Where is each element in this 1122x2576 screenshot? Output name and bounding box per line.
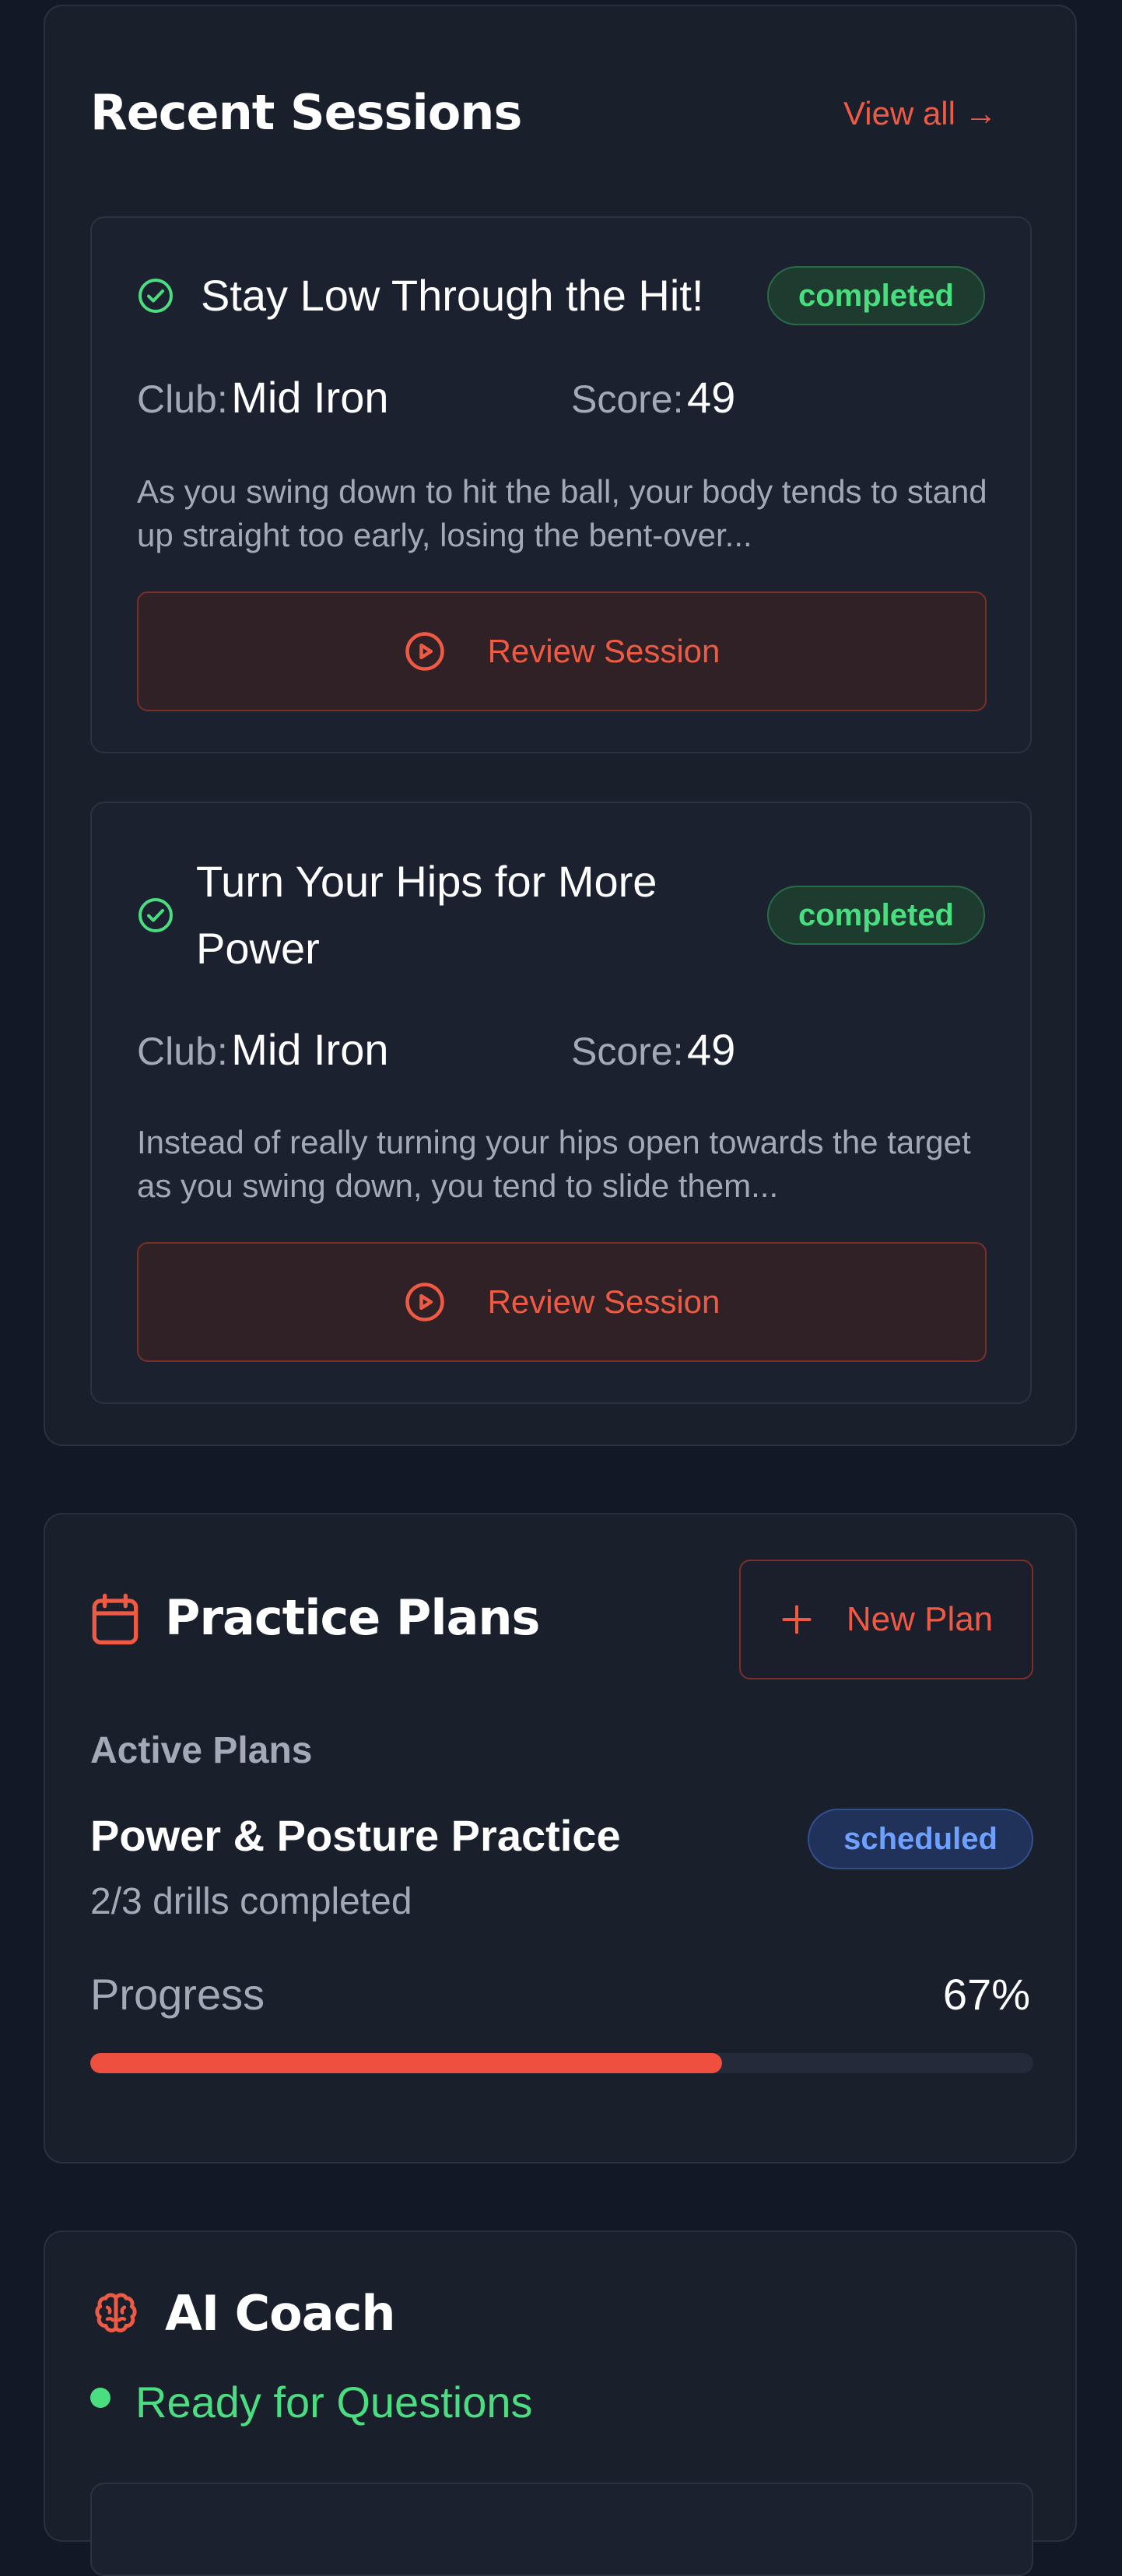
new-plan-label: New Plan — [846, 1600, 994, 1638]
ai-coach-title: AI Coach — [165, 2285, 395, 2342]
recent-sessions-title: Recent Sessions — [90, 84, 522, 141]
plus-icon — [782, 1605, 812, 1634]
review-session-button[interactable]: Review Session — [137, 591, 987, 711]
active-plans-label: Active Plans — [90, 1730, 313, 1771]
score-value: 49 — [686, 373, 736, 422]
score-label: Score: — [571, 377, 684, 421]
session-card: Stay Low Through the Hit! completed Club… — [90, 216, 1032, 753]
coach-status-text: Ready for Questions — [135, 2378, 533, 2427]
club-value: Mid Iron — [231, 1025, 389, 1074]
status-badge: completed — [766, 886, 985, 945]
progress-label: Progress — [90, 1970, 265, 2019]
check-circle-icon — [138, 279, 173, 313]
play-circle-icon — [405, 632, 444, 671]
session-title: Stay Low Through the Hit! — [201, 271, 704, 320]
review-session-label: Review Session — [487, 1283, 721, 1320]
status-dot — [90, 2388, 110, 2408]
review-session-button[interactable]: Review Session — [137, 1242, 987, 1362]
check-circle-icon — [138, 898, 173, 932]
score-value: 49 — [686, 1025, 736, 1074]
plan-name[interactable]: Power & Posture Practice — [90, 1810, 621, 1861]
score-label: Score: — [571, 1030, 684, 1073]
session-description: Instead of really turning your hips open… — [137, 1124, 971, 1204]
review-session-label: Review Session — [487, 633, 721, 669]
practice-plans-card: Practice Plans New Plan Active Plans Pow… — [44, 1513, 1077, 2164]
score-meta: Score: 49 — [571, 1024, 735, 1075]
score-meta: Score: 49 — [571, 372, 735, 423]
progress-bar-fill — [90, 2053, 723, 2073]
recent-sessions-card: Recent Sessions View all → Stay Low Thro… — [44, 5, 1077, 1446]
club-value: Mid Iron — [231, 373, 389, 422]
new-plan-button[interactable]: New Plan — [739, 1560, 1033, 1679]
practice-plans-title: Practice Plans — [165, 1589, 540, 1646]
progress-percent: 67% — [942, 1970, 1030, 2019]
coach-message-box — [90, 2483, 1033, 2576]
club-label: Club: — [137, 377, 228, 421]
progress-bar — [90, 2053, 1033, 2073]
calendar-icon — [92, 1593, 138, 1644]
view-all-link[interactable]: View all → — [843, 95, 998, 132]
session-description: As you swing down to hit the ball, your … — [137, 473, 987, 553]
ai-coach-card: AI Coach Ready for Questions — [44, 2230, 1077, 2576]
club-meta: Club: Mid Iron — [137, 1024, 388, 1075]
status-badge: completed — [766, 266, 985, 325]
plan-status-badge: scheduled — [808, 1809, 1033, 1869]
club-meta: Club: Mid Iron — [137, 372, 388, 423]
session-title: Turn Your Hips for More Power — [196, 857, 657, 973]
session-card: Turn Your Hips for More Power completed … — [90, 802, 1032, 1404]
club-label: Club: — [137, 1030, 228, 1073]
play-circle-icon — [405, 1283, 444, 1321]
brain-icon — [95, 2293, 137, 2332]
drills-completed-text: 2/3 drills completed — [90, 1881, 412, 1922]
